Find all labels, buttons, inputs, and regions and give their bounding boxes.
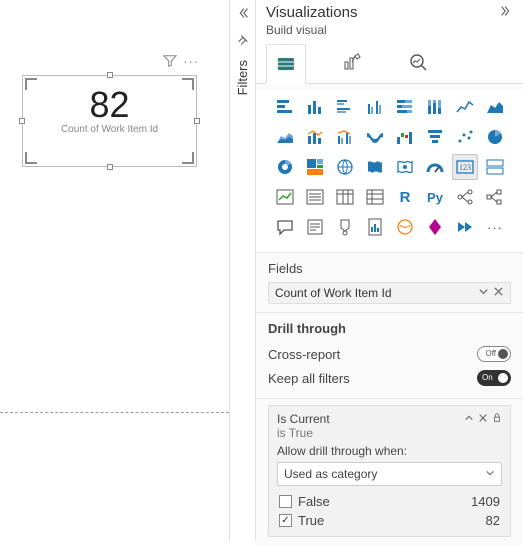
drill-through-title: Drill through bbox=[268, 321, 511, 336]
filter-option-label: True bbox=[298, 513, 324, 528]
card-label: Count of Work Item Id bbox=[23, 124, 196, 135]
drill-filter-card: Is Current is True Allow drill through w… bbox=[268, 405, 511, 537]
decomposition-tree-icon[interactable] bbox=[482, 184, 508, 210]
field-well-value: Count of Work Item Id bbox=[275, 286, 392, 300]
clustered-column-chart-icon[interactable] bbox=[362, 94, 388, 120]
lock-icon[interactable] bbox=[492, 412, 502, 426]
allow-drill-label: Allow drill through when: bbox=[277, 444, 502, 458]
cross-report-toggle[interactable]: Off bbox=[477, 346, 511, 362]
build-visual-tab[interactable] bbox=[266, 44, 306, 84]
more-options-icon[interactable]: ··· bbox=[183, 54, 199, 71]
azure-map-icon[interactable] bbox=[392, 154, 418, 180]
fields-well[interactable]: Count of Work Item Id bbox=[268, 282, 511, 304]
smart-narrative-icon[interactable] bbox=[302, 214, 328, 240]
hundred-stacked-column-icon[interactable] bbox=[422, 94, 448, 120]
focus-corner-tl bbox=[25, 78, 37, 90]
focus-corner-tr bbox=[182, 78, 194, 90]
resize-handle-top[interactable] bbox=[107, 72, 113, 78]
pane-top-tabs bbox=[256, 41, 523, 83]
allow-drill-select[interactable]: Used as category bbox=[277, 462, 502, 486]
filter-option-row[interactable]: False 1409 bbox=[277, 492, 502, 511]
area-chart-icon[interactable] bbox=[482, 94, 508, 120]
viz-type-grid: 123 R Py ··· bbox=[256, 90, 523, 252]
stacked-area-chart-icon[interactable] bbox=[272, 124, 298, 150]
kpi-icon[interactable] bbox=[272, 184, 298, 210]
clustered-bar-chart-icon[interactable] bbox=[332, 94, 358, 120]
stacked-column-chart-icon[interactable] bbox=[302, 94, 328, 120]
filters-pane-collapsed[interactable]: Filters bbox=[229, 0, 255, 541]
keep-filters-toggle[interactable]: On bbox=[477, 370, 511, 386]
treemap-icon[interactable] bbox=[302, 154, 328, 180]
line-chart-icon[interactable] bbox=[452, 94, 478, 120]
analytics-tab[interactable] bbox=[398, 43, 438, 83]
resize-handle-left[interactable] bbox=[19, 118, 25, 124]
pane-subtitle: Build visual bbox=[256, 23, 523, 41]
power-apps-icon[interactable] bbox=[422, 214, 448, 240]
goals-icon[interactable] bbox=[332, 214, 358, 240]
chevron-down-icon[interactable] bbox=[478, 286, 489, 300]
funnel-chart-icon[interactable] bbox=[422, 124, 448, 150]
page-boundary bbox=[0, 412, 229, 413]
filled-map-icon[interactable] bbox=[362, 154, 388, 180]
focus-corner-bl bbox=[25, 152, 37, 164]
checkbox-checked-icon[interactable]: ✓ bbox=[279, 514, 292, 527]
line-stacked-column-icon[interactable] bbox=[302, 124, 328, 150]
visualizations-pane: Visualizations Build visual bbox=[255, 0, 523, 541]
select-value: Used as category bbox=[284, 467, 377, 481]
table-icon[interactable] bbox=[332, 184, 358, 210]
resize-handle-right[interactable] bbox=[194, 118, 200, 124]
waterfall-chart-icon[interactable] bbox=[392, 124, 418, 150]
filter-option-count: 82 bbox=[486, 513, 500, 528]
collapse-left-icon[interactable] bbox=[236, 6, 250, 23]
filter-option-count: 1409 bbox=[471, 494, 500, 509]
matrix-icon[interactable] bbox=[362, 184, 388, 210]
map-icon[interactable] bbox=[332, 154, 358, 180]
multi-row-card-icon[interactable] bbox=[482, 154, 508, 180]
card-visual[interactable]: ··· 82 Count of Work Item Id bbox=[22, 75, 197, 167]
remove-field-icon[interactable] bbox=[493, 286, 504, 300]
line-clustered-column-icon[interactable] bbox=[332, 124, 358, 150]
filter-option-label: False bbox=[298, 494, 330, 509]
chevron-down-icon bbox=[485, 467, 495, 481]
more-visuals-icon[interactable]: ··· bbox=[482, 214, 508, 240]
slicer-icon[interactable] bbox=[302, 184, 328, 210]
qna-icon[interactable] bbox=[272, 214, 298, 240]
card-value: 82 bbox=[23, 76, 196, 126]
cross-report-label: Cross-report bbox=[268, 347, 340, 362]
resize-handle-bottom[interactable] bbox=[107, 164, 113, 170]
paginated-report-icon[interactable] bbox=[362, 214, 388, 240]
pane-title: Visualizations bbox=[266, 4, 357, 21]
hundred-stacked-bar-icon[interactable] bbox=[392, 94, 418, 120]
filter-field-name: Is Current bbox=[277, 412, 330, 426]
keep-filters-label: Keep all filters bbox=[268, 371, 350, 386]
arcgis-icon[interactable] bbox=[392, 214, 418, 240]
card-icon[interactable]: 123 bbox=[452, 154, 478, 180]
gauge-icon[interactable] bbox=[422, 154, 448, 180]
focus-corner-br bbox=[182, 152, 194, 164]
stacked-bar-chart-icon[interactable] bbox=[272, 94, 298, 120]
fields-section-title: Fields bbox=[268, 261, 511, 276]
format-visual-tab[interactable] bbox=[332, 43, 372, 83]
filters-pane-label: Filters bbox=[235, 60, 250, 95]
report-canvas[interactable]: ··· 82 Count of Work Item Id bbox=[0, 0, 229, 541]
filter-subtitle: is True bbox=[277, 426, 502, 440]
remove-filter-icon[interactable] bbox=[478, 412, 488, 426]
key-influencers-icon[interactable] bbox=[452, 184, 478, 210]
power-automate-icon[interactable] bbox=[452, 214, 478, 240]
expand-right-icon[interactable] bbox=[499, 4, 513, 21]
ribbon-chart-icon[interactable] bbox=[362, 124, 388, 150]
svg-text:123: 123 bbox=[459, 163, 471, 172]
checkbox-unchecked-icon[interactable] bbox=[279, 495, 292, 508]
filters-chevron-icon[interactable] bbox=[236, 33, 250, 50]
pie-chart-icon[interactable] bbox=[482, 124, 508, 150]
r-visual-icon[interactable]: R bbox=[392, 184, 418, 210]
filter-icon[interactable] bbox=[163, 54, 177, 71]
scatter-chart-icon[interactable] bbox=[452, 124, 478, 150]
donut-chart-icon[interactable] bbox=[272, 154, 298, 180]
collapse-icon[interactable] bbox=[464, 412, 474, 426]
filter-option-row[interactable]: ✓ True 82 bbox=[277, 511, 502, 530]
python-visual-icon[interactable]: Py bbox=[422, 184, 448, 210]
